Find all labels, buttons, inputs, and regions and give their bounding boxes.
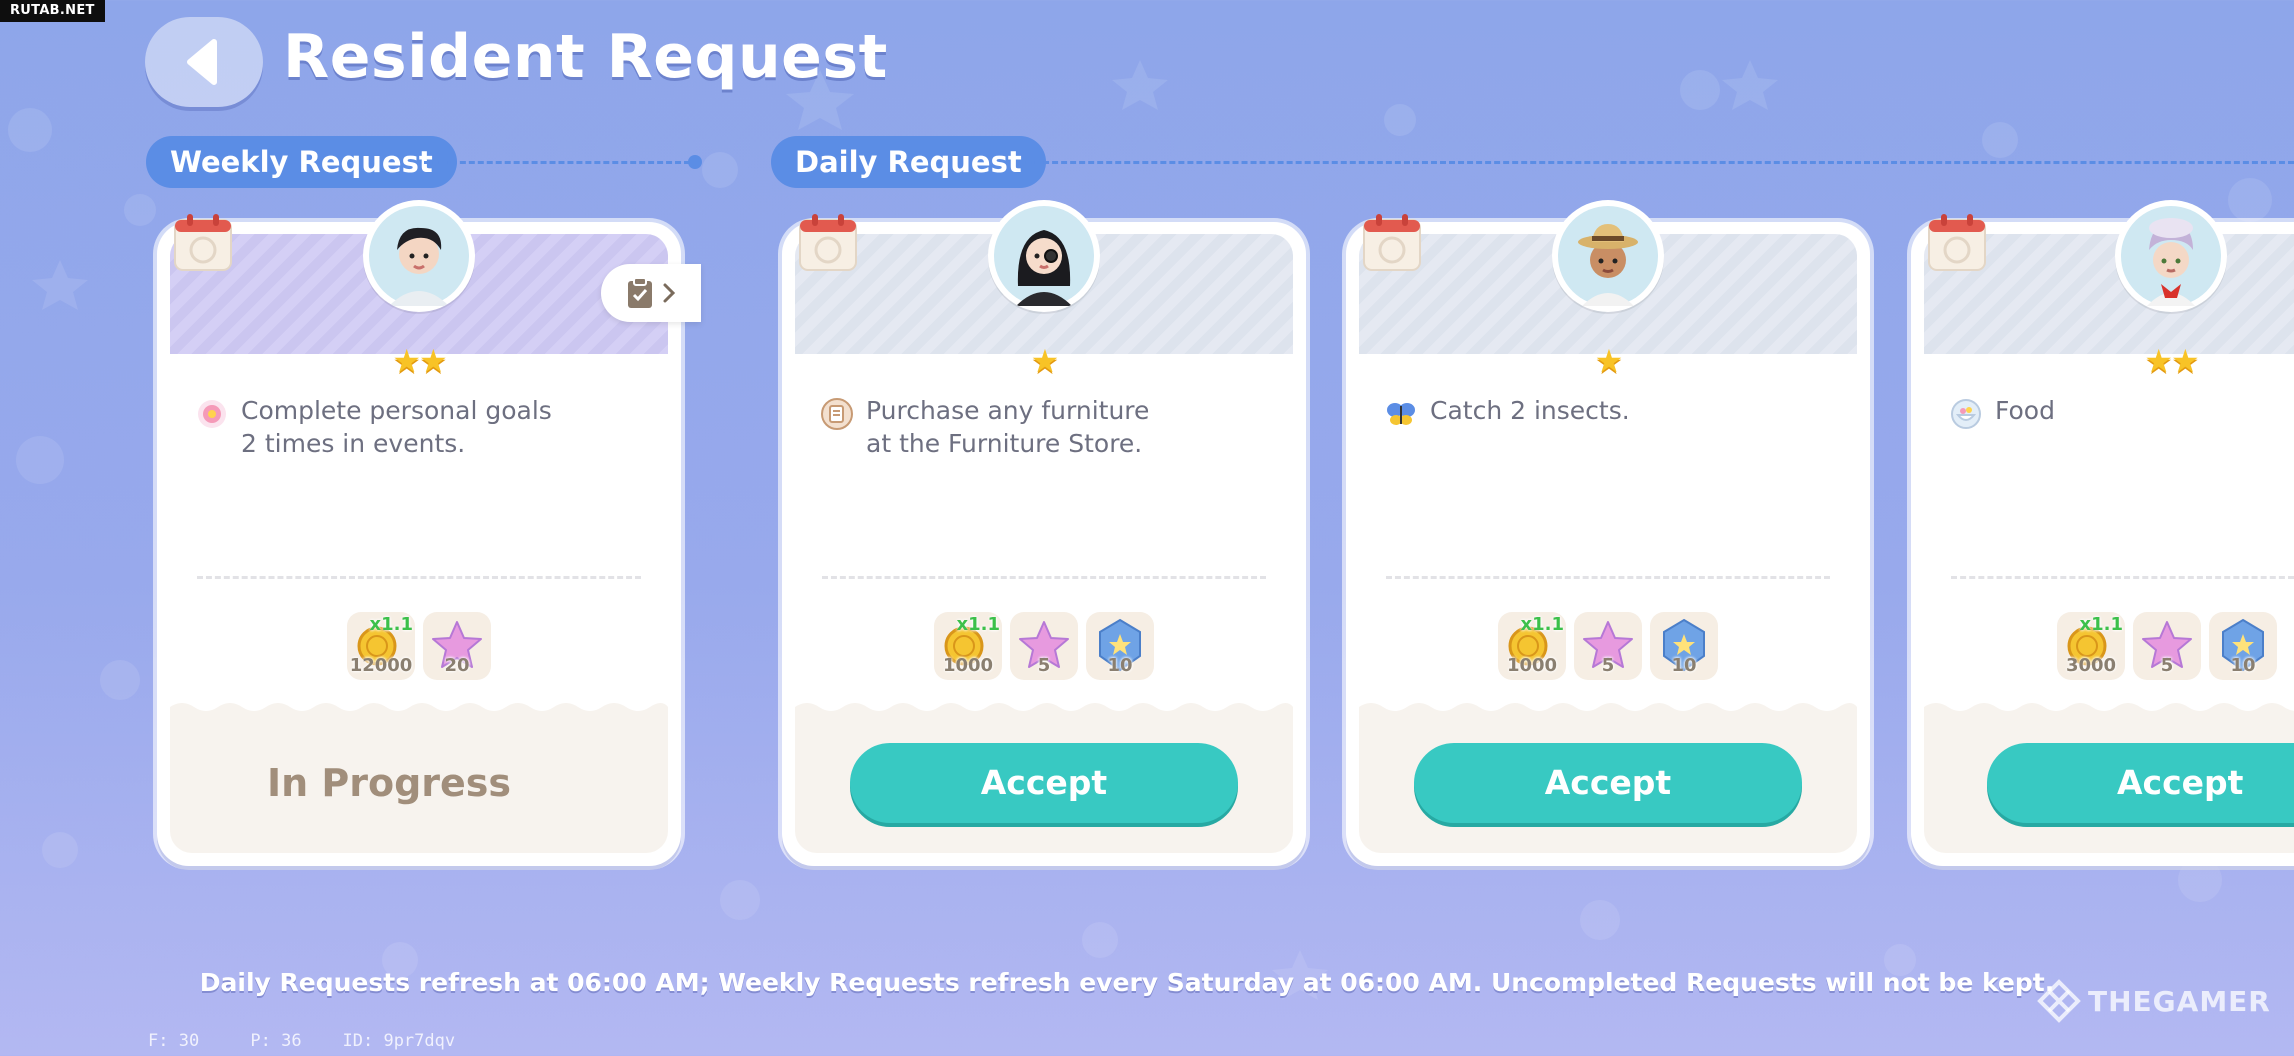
view-progress-button[interactable] [601,264,701,322]
resident-avatar [363,200,475,312]
calendar-icon [796,210,860,274]
reward-multiplier: x1.1 [369,614,414,635]
reward-blue-badge[interactable]: 10 [1650,612,1718,680]
rewards-row: x1.1 3000 5 10 [2057,612,2294,680]
wave-edge [170,703,668,715]
clipboard-icon [628,277,652,308]
accept-button[interactable]: Accept [850,743,1238,823]
task-line: Purchase any furniture [866,396,1150,425]
card-divider [1951,576,2294,579]
reward-blue-badge[interactable]: 10 [1086,612,1154,680]
page-title: Resident Request [283,22,888,92]
request-card-daily-furniture[interactable]: Purchase any furniture at the Furniture … [782,200,1306,866]
task-line: at the Furniture Store. [866,429,1143,458]
card-footer: Accept [1924,703,2294,853]
accept-button[interactable]: Accept [1987,743,2294,823]
rewards-row: x1.1 1000 5 10 [1346,612,1870,680]
thegamer-watermark: THEGAMER [2036,978,2271,1024]
reward-qty: 10 [2230,655,2256,676]
chevron-right-icon [663,283,676,303]
task-description: Food [1949,394,2264,431]
site-watermark: RUTAB.NET [0,0,105,22]
request-card-daily-insects[interactable]: Catch 2 insects. x1.1 1000 5 10 Accept ★ [1346,200,1870,866]
reward-qty: 1000 [1506,655,1558,676]
reward-qty: 10 [1671,655,1697,676]
back-button[interactable] [145,17,263,107]
debug-p: P: 36 [250,1031,302,1051]
calendar-icon [171,210,235,274]
reward-multiplier: x1.1 [1520,614,1565,635]
debug-id: ID: 9pr7dqv [342,1031,456,1051]
difficulty-stars: ★ [1594,342,1624,380]
tab-daily-request: Daily Request [771,136,1046,188]
reward-pink-star[interactable]: 5 [1010,612,1078,680]
request-card-daily-food[interactable]: Food x1.1 3000 5 10 Accept ★★ [1911,200,2294,866]
task-line: 2 times in events. [241,429,466,458]
difficulty-stars: ★★ [2144,342,2199,380]
reward-gold-coin[interactable]: x1.1 3000 [2057,612,2125,680]
thegamer-logo-icon [2037,979,2081,1023]
wave-edge [1359,703,1857,715]
reward-multiplier: x1.1 [956,614,1001,635]
furniture-store-icon [821,398,853,430]
reward-blue-badge[interactable]: 10 [2209,612,2277,680]
rewards-row: x1.1 12000 20 [157,612,681,680]
food-icon [1951,399,1981,429]
reward-qty: 5 [2160,655,2174,676]
resident-avatar [2115,200,2227,312]
task-description: Complete personal goals 2 times in event… [195,394,651,460]
card-divider [822,576,1266,579]
reward-pink-star[interactable]: 5 [1574,612,1642,680]
reward-qty: 20 [444,655,470,676]
reward-qty: 5 [1601,655,1615,676]
reward-gold-coin[interactable]: x1.1 1000 [934,612,1002,680]
task-description: Catch 2 insects. [1384,394,1840,431]
accept-button[interactable]: Accept [1414,743,1802,823]
weekly-divider-line [424,161,690,164]
card-divider [1386,576,1830,579]
butterfly-icon [1387,403,1415,425]
refresh-info-note: Daily Requests refresh at 06:00 AM; Week… [199,968,2055,997]
card-footer: In Progress [170,703,668,853]
wave-edge [1924,703,2294,715]
task-description: Purchase any furniture at the Furniture … [820,394,1276,460]
resident-avatar [988,200,1100,312]
rewards-row: x1.1 1000 5 10 [782,612,1306,680]
debug-f: F: 30 [148,1031,200,1051]
weekly-divider-dot [688,155,702,169]
status-in-progress: In Progress [266,761,512,805]
reward-gold-coin[interactable]: x1.1 12000 [347,612,415,680]
request-card-weekly[interactable]: Complete personal goals 2 times in event… [157,200,701,866]
reward-qty: 1000 [942,655,994,676]
task-line: Complete personal goals [241,396,552,425]
goal-icon [198,400,226,428]
reward-qty: 5 [1037,655,1051,676]
calendar-icon [1925,210,1989,274]
calendar-icon [1360,210,1424,274]
resident-avatar [1552,200,1664,312]
debug-info: F: 30 P: 36 ID: 9pr7dqv [148,1031,455,1051]
reward-pink-star[interactable]: 20 [423,612,491,680]
reward-multiplier: x1.1 [2079,614,2124,635]
daily-divider-line [1016,161,2294,164]
task-line: Food [1995,396,2055,425]
reward-pink-star[interactable]: 5 [2133,612,2201,680]
card-footer: Accept [1359,703,1857,853]
wave-edge [795,703,1293,715]
difficulty-stars: ★★ [392,342,447,380]
thegamer-logo-text: THEGAMER [2088,984,2271,1018]
tab-weekly-request: Weekly Request [146,136,457,188]
back-arrow-icon [187,39,217,85]
reward-qty: 3000 [2065,655,2117,676]
reward-qty: 12000 [349,655,413,676]
reward-qty: 10 [1107,655,1133,676]
reward-gold-coin[interactable]: x1.1 1000 [1498,612,1566,680]
difficulty-stars: ★ [1030,342,1060,380]
card-divider [197,576,641,579]
task-line: Catch 2 insects. [1430,396,1630,425]
card-footer: Accept [795,703,1293,853]
